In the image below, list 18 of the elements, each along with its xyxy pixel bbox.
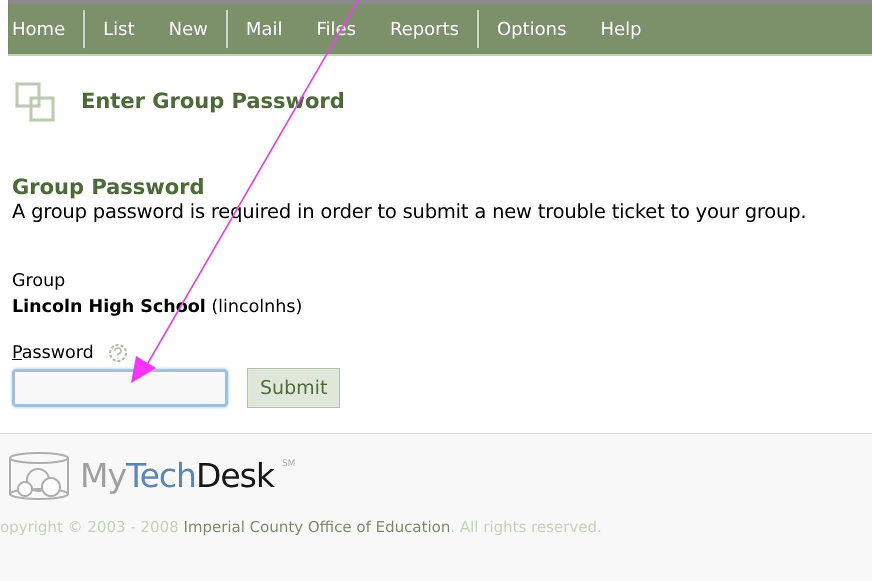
nav-link[interactable]: Home — [8, 16, 72, 42]
password-label: Password — [12, 342, 94, 365]
submit-button[interactable]: Submit — [247, 368, 340, 408]
help-icon[interactable] — [108, 343, 128, 364]
service-mark: SM — [282, 458, 296, 471]
group-label: Group — [12, 270, 66, 293]
nav-link[interactable]: Reports — [384, 16, 465, 42]
nav-link[interactable]: Options — [491, 16, 572, 42]
nav-link[interactable]: Mail — [240, 16, 288, 42]
section-title: Group Password — [12, 174, 206, 200]
logo-icon — [8, 452, 70, 500]
nav-link[interactable]: Help — [594, 16, 648, 42]
logo-text: MyTechDesk — [80, 455, 274, 497]
organization-link[interactable]: Imperial County Office of Education — [183, 518, 450, 536]
nav-link[interactable]: List — [97, 16, 141, 42]
copyright-notice: opyright © 2003 - 2008 Imperial County Office of Education. All rights reserved. — [0, 517, 603, 538]
nav-link[interactable]: New — [162, 16, 214, 42]
password-field[interactable] — [12, 369, 228, 408]
